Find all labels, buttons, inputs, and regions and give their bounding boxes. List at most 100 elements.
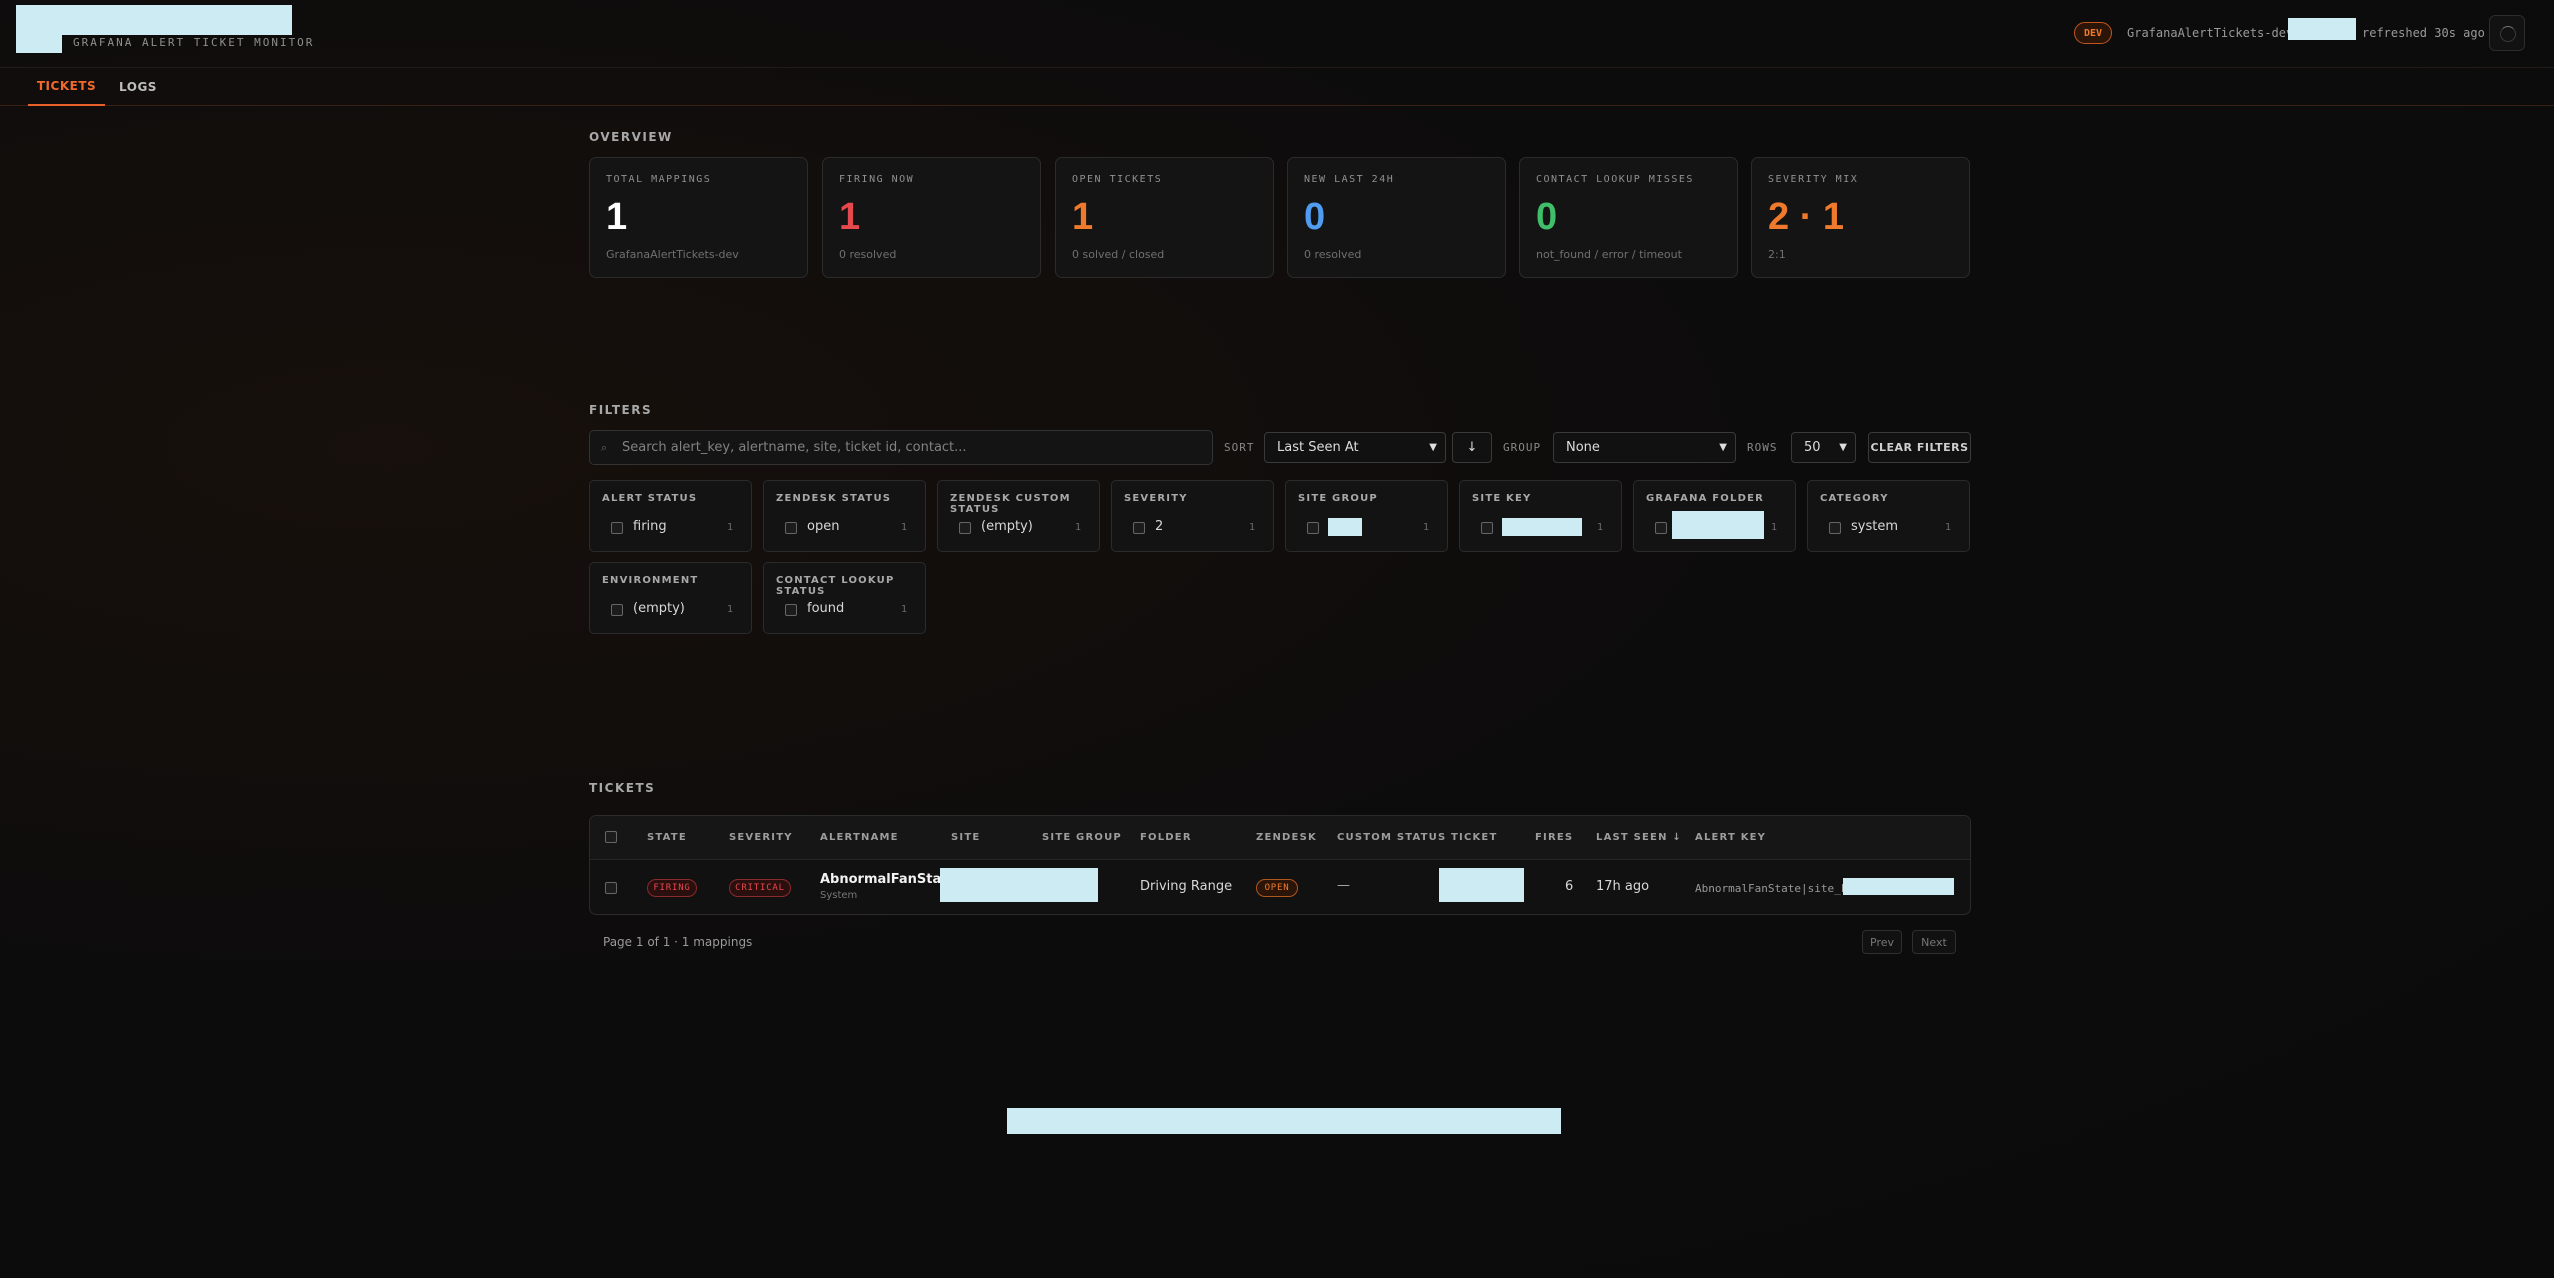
prev-page-button[interactable]: Prev bbox=[1862, 930, 1902, 954]
facet-checkbox[interactable] bbox=[611, 604, 623, 616]
app-logo-redacted bbox=[16, 5, 292, 35]
state-badge: FIRING bbox=[647, 879, 697, 897]
card-severity-mix: SEVERITY MIX 2 · 1 2:1 bbox=[1751, 157, 1970, 278]
overview-title: OVERVIEW bbox=[589, 130, 673, 144]
select-all-checkbox[interactable] bbox=[605, 831, 617, 843]
search-box: ⌕ bbox=[589, 430, 1213, 465]
facet-title: CATEGORY bbox=[1820, 493, 1889, 504]
facet-title: ENVIRONMENT bbox=[602, 575, 699, 586]
facet-checkbox[interactable] bbox=[1133, 522, 1145, 534]
facet-title: SITE GROUP bbox=[1298, 493, 1378, 504]
user-redacted bbox=[2288, 18, 2356, 40]
card-value: 1 bbox=[606, 196, 628, 238]
row-checkbox[interactable] bbox=[605, 882, 617, 894]
clear-filters-button[interactable]: CLEAR FILTERS bbox=[1868, 432, 1971, 463]
card-sub: 2:1 bbox=[1768, 248, 1786, 261]
facet-checkbox[interactable] bbox=[785, 522, 797, 534]
tab-tickets[interactable]: TICKETS bbox=[28, 68, 105, 106]
facet-value-redacted bbox=[1672, 511, 1764, 539]
col-severity[interactable]: SEVERITY bbox=[729, 832, 793, 843]
facet-checkbox[interactable] bbox=[785, 604, 797, 616]
facet-title: SEVERITY bbox=[1124, 493, 1188, 504]
app-logo-redacted-tail bbox=[16, 34, 62, 53]
col-alertname[interactable]: ALERTNAME bbox=[820, 832, 899, 843]
facet-grafana-folder: GRAFANA FOLDER 1 bbox=[1633, 480, 1796, 552]
card-label: TOTAL MAPPINGS bbox=[606, 174, 712, 185]
ticket-link-redacted[interactable] bbox=[1439, 868, 1524, 902]
env-badge: DEV bbox=[2074, 22, 2112, 44]
col-last-seen[interactable]: LAST SEEN ↓ bbox=[1596, 832, 1682, 843]
app-header: GRAFANA ALERT TICKET MONITOR DEV Grafana… bbox=[0, 0, 2554, 68]
col-zendesk[interactable]: ZENDESK bbox=[1256, 832, 1317, 843]
facet-site-key: SITE KEY 1 bbox=[1459, 480, 1622, 552]
pagination-summary: Page 1 of 1 · 1 mappings bbox=[603, 935, 753, 949]
card-value: 2 · 1 bbox=[1768, 196, 1845, 238]
facet-title: ZENDESK STATUS bbox=[776, 493, 892, 504]
col-ticket[interactable]: TICKET bbox=[1451, 832, 1497, 843]
next-page-button[interactable]: Next bbox=[1912, 930, 1956, 954]
facet-alert-status: ALERT STATUS firing 1 bbox=[589, 480, 752, 552]
facet-checkbox[interactable] bbox=[1829, 522, 1841, 534]
facet-checkbox[interactable] bbox=[1655, 522, 1667, 534]
search-input[interactable] bbox=[622, 431, 1202, 464]
table-row[interactable]: FIRING CRITICAL AbnormalFanState System … bbox=[590, 860, 1970, 914]
rows-label: ROWS bbox=[1747, 441, 1778, 454]
chevron-down-icon: ▼ bbox=[1839, 442, 1847, 453]
facet-count: 1 bbox=[726, 604, 733, 615]
facet-checkbox[interactable] bbox=[1307, 522, 1319, 534]
app-subtitle: GRAFANA ALERT TICKET MONITOR bbox=[73, 36, 315, 49]
rows-select[interactable]: 50 ▼ bbox=[1791, 432, 1856, 463]
card-firing-now: FIRING NOW 1 0 resolved bbox=[822, 157, 1041, 278]
card-value: 0 bbox=[1536, 196, 1558, 238]
sort-direction-button[interactable]: ↓ bbox=[1452, 432, 1492, 463]
card-label: SEVERITY MIX bbox=[1768, 174, 1859, 185]
group-label: GROUP bbox=[1503, 441, 1542, 454]
footer-redacted bbox=[1007, 1108, 1561, 1134]
facet-title: SITE KEY bbox=[1472, 493, 1532, 504]
folder: Driving Range bbox=[1140, 879, 1233, 894]
facet-title: CONTACT LOOKUP STATUS bbox=[776, 575, 895, 597]
card-value: 0 bbox=[1304, 196, 1326, 238]
card-sub: not_found / error / timeout bbox=[1536, 248, 1682, 261]
facet-title: GRAFANA FOLDER bbox=[1646, 493, 1764, 504]
table-header: STATE SEVERITY ALERTNAME SITE SITE GROUP… bbox=[590, 816, 1970, 860]
col-alert-key[interactable]: ALERT KEY bbox=[1695, 832, 1766, 843]
facet-value: (empty) bbox=[633, 601, 685, 616]
severity-badge: CRITICAL bbox=[729, 879, 791, 897]
facet-count: 1 bbox=[1770, 522, 1777, 533]
refresh-button[interactable] bbox=[2489, 15, 2525, 51]
col-site[interactable]: SITE bbox=[951, 832, 980, 843]
facet-count: 1 bbox=[900, 604, 907, 615]
alert-category: System bbox=[820, 890, 858, 901]
tab-logs[interactable]: LOGS bbox=[112, 68, 164, 106]
sort-label: SORT bbox=[1224, 441, 1255, 454]
card-total-mappings: TOTAL MAPPINGS 1 GrafanaAlertTickets-dev bbox=[589, 157, 808, 278]
custom-status: — bbox=[1337, 878, 1350, 893]
facet-site-group: SITE GROUP 1 bbox=[1285, 480, 1448, 552]
chevron-down-icon: ▼ bbox=[1429, 442, 1437, 453]
col-state[interactable]: STATE bbox=[647, 832, 687, 843]
search-icon: ⌕ bbox=[601, 441, 608, 454]
col-fires[interactable]: FIRES bbox=[1535, 832, 1573, 843]
facet-value: found bbox=[807, 601, 845, 616]
facet-severity: SEVERITY 2 1 bbox=[1111, 480, 1274, 552]
fires-count: 6 bbox=[1565, 879, 1574, 894]
col-site-group[interactable]: SITE GROUP bbox=[1042, 832, 1122, 843]
facet-category: CATEGORY system 1 bbox=[1807, 480, 1970, 552]
col-custom-status[interactable]: CUSTOM STATUS bbox=[1337, 832, 1446, 843]
facet-value: firing bbox=[633, 519, 667, 534]
card-sub: 0 solved / closed bbox=[1072, 248, 1165, 261]
sort-select[interactable]: Last Seen At ▼ bbox=[1264, 432, 1446, 463]
facet-count: 1 bbox=[1248, 522, 1255, 533]
facet-count: 1 bbox=[1422, 522, 1429, 533]
group-select-value: None bbox=[1566, 440, 1600, 455]
facet-contact-lookup-status: CONTACT LOOKUP STATUS found 1 bbox=[763, 562, 926, 634]
card-label: CONTACT LOOKUP MISSES bbox=[1536, 174, 1694, 185]
facet-checkbox[interactable] bbox=[611, 522, 623, 534]
col-folder[interactable]: FOLDER bbox=[1140, 832, 1192, 843]
filters-title: FILTERS bbox=[589, 403, 653, 417]
facet-checkbox[interactable] bbox=[959, 522, 971, 534]
group-select[interactable]: None ▼ bbox=[1553, 432, 1736, 463]
facet-checkbox[interactable] bbox=[1481, 522, 1493, 534]
chevron-down-icon: ▼ bbox=[1719, 442, 1727, 453]
